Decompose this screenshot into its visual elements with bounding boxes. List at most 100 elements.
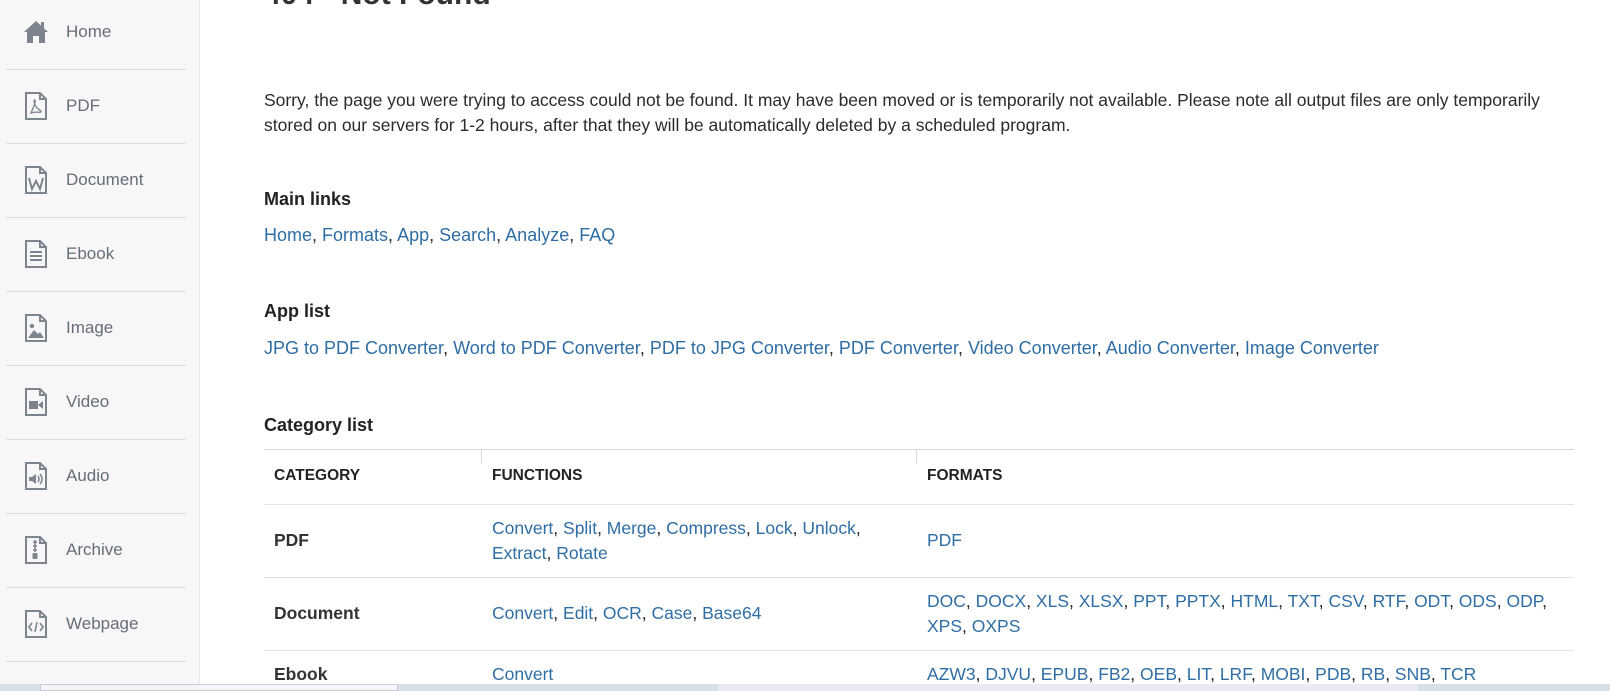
sidebar-item-home[interactable]: Home — [6, 0, 186, 70]
category-list-heading: Category list — [264, 415, 374, 435]
link-separator: , — [593, 603, 603, 623]
format-link[interactable]: SNB — [1395, 664, 1431, 684]
function-link[interactable]: Convert — [492, 518, 553, 538]
main-links-list: Home, Formats, App, Search, Analyze, FAQ — [264, 225, 615, 246]
function-link[interactable]: Extract — [492, 543, 546, 563]
link-separator: , — [1250, 663, 1261, 684]
sidebar-item-audio[interactable]: Audio — [6, 438, 186, 514]
sidebar-item-webpage[interactable]: Webpage — [6, 586, 186, 662]
main-link[interactable]: App — [397, 225, 429, 245]
sidebar-item-archive[interactable]: Archive — [6, 512, 186, 588]
format-link[interactable]: MOBI — [1261, 664, 1306, 684]
format-link[interactable]: CSV — [1328, 591, 1362, 611]
format-link[interactable]: LIT — [1187, 664, 1210, 684]
sidebar-item-image[interactable]: Image — [6, 290, 186, 366]
format-link[interactable]: PPTX — [1175, 591, 1221, 611]
format-link[interactable]: HTML — [1231, 591, 1279, 611]
format-link[interactable]: OEB — [1140, 664, 1177, 684]
function-link[interactable]: Convert — [492, 603, 553, 623]
format-link[interactable]: XLS — [1036, 591, 1069, 611]
function-link[interactable]: Merge — [607, 518, 657, 538]
link-separator: , — [429, 225, 440, 245]
main-link[interactable]: Analyze — [505, 225, 569, 245]
format-link[interactable]: DOCX — [976, 591, 1027, 611]
app-link[interactable]: Word to PDF Converter — [453, 338, 640, 358]
sidebar-item-label: Video — [66, 391, 110, 411]
main-link[interactable]: Formats — [322, 225, 388, 245]
app-link[interactable]: Image Converter — [1245, 338, 1379, 358]
function-link[interactable]: Rotate — [556, 543, 608, 563]
app-link[interactable]: PDF Converter — [839, 338, 958, 358]
link-separator: , — [1404, 590, 1415, 611]
format-link[interactable]: RTF — [1373, 591, 1405, 611]
link-separator: , — [1234, 338, 1245, 358]
format-link[interactable]: PPT — [1133, 591, 1165, 611]
scrollbar-thumb[interactable] — [40, 684, 398, 691]
sidebar-item-label: Archive — [66, 539, 123, 559]
function-link[interactable]: OCR — [603, 603, 642, 623]
sidebar-item-pdf[interactable]: PDF — [6, 68, 186, 144]
link-separator: , — [496, 225, 506, 245]
function-link[interactable]: Split — [563, 518, 597, 538]
category-cell: PDF — [264, 504, 482, 578]
format-link[interactable]: DJVU — [985, 664, 1031, 684]
format-link[interactable]: XPS — [927, 616, 962, 636]
functions-cell: Convert, Edit, OCR, Case, Base64 — [482, 577, 917, 651]
link-separator: , — [1026, 590, 1036, 611]
format-link[interactable]: PDF — [927, 530, 962, 550]
link-separator: , — [1362, 590, 1373, 611]
sidebar-item-document[interactable]: Document — [6, 142, 186, 218]
main-link[interactable]: Home — [264, 225, 312, 245]
app-link[interactable]: Audio Converter — [1106, 338, 1235, 358]
link-separator: , — [1165, 590, 1176, 611]
category-cell: Document — [264, 577, 482, 651]
function-link[interactable]: Compress — [666, 518, 746, 538]
format-link[interactable]: DOC — [927, 591, 966, 611]
format-link[interactable]: LRF — [1220, 664, 1251, 684]
horizontal-scrollbar[interactable] — [0, 684, 1610, 691]
link-separator: , — [1430, 663, 1441, 684]
format-link[interactable]: TCR — [1440, 664, 1476, 684]
app-links-list: JPG to PDF Converter, Word to PDF Conver… — [264, 338, 1379, 359]
link-separator: , — [569, 225, 580, 245]
function-link[interactable]: Lock — [756, 518, 793, 538]
format-link[interactable]: PDB — [1315, 664, 1351, 684]
function-link[interactable]: Edit — [563, 603, 593, 623]
link-separator: , — [792, 517, 803, 538]
format-link[interactable]: ODS — [1459, 591, 1497, 611]
app-link[interactable]: JPG to PDF Converter — [264, 338, 443, 358]
link-separator: , — [597, 517, 607, 538]
column-header-functions: FUNCTIONS — [482, 449, 917, 505]
function-link[interactable]: Case — [652, 603, 693, 623]
function-link[interactable]: Unlock — [802, 518, 856, 538]
format-link[interactable]: AZW3 — [927, 664, 976, 684]
word-file-icon — [23, 165, 49, 194]
app-link[interactable]: Video Converter — [968, 338, 1097, 358]
link-separator: , — [1385, 663, 1395, 684]
main-link[interactable]: FAQ — [579, 225, 615, 245]
link-separator: , — [546, 542, 557, 563]
audio-file-icon — [23, 461, 49, 490]
link-separator: , — [1069, 590, 1079, 611]
link-separator: , — [1177, 663, 1187, 684]
function-link[interactable]: Base64 — [702, 603, 761, 623]
format-link[interactable]: EPUB — [1041, 664, 1089, 684]
table-row: Document Convert, Edit, OCR, Case, Base64… — [264, 577, 1574, 651]
format-link[interactable]: ODT — [1414, 591, 1449, 611]
main-link[interactable]: Search — [439, 225, 496, 245]
format-link[interactable]: XLSX — [1079, 591, 1124, 611]
ebook-file-icon — [23, 239, 49, 268]
sidebar-item-video[interactable]: Video — [6, 364, 186, 440]
page-title: 404 - Not Found — [264, 0, 491, 12]
app-link[interactable]: PDF to JPG Converter — [650, 338, 829, 358]
image-file-icon — [23, 313, 49, 342]
link-separator: , — [1088, 663, 1099, 684]
sidebar-item-label: Image — [66, 317, 114, 337]
function-link[interactable]: Convert — [492, 664, 553, 684]
sidebar-item-ebook[interactable]: Ebook — [6, 216, 186, 292]
format-link[interactable]: FB2 — [1098, 664, 1130, 684]
format-link[interactable]: TXT — [1288, 591, 1319, 611]
format-link[interactable]: OXPS — [972, 616, 1021, 636]
format-link[interactable]: ODP — [1506, 591, 1542, 611]
format-link[interactable]: RB — [1361, 664, 1385, 684]
